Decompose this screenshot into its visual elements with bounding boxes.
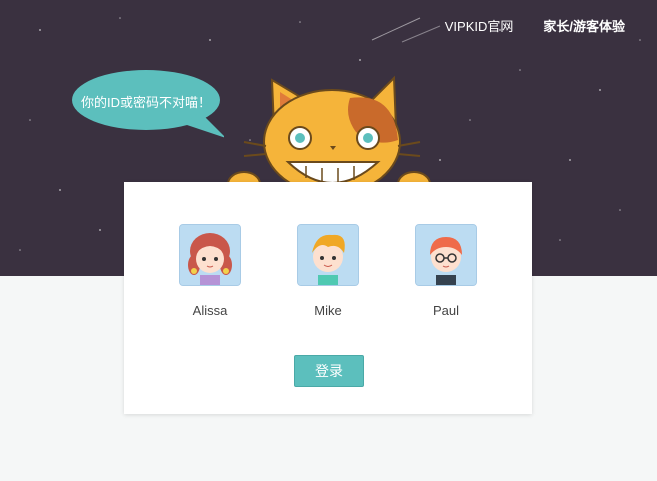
boy-glasses-avatar-icon[interactable] bbox=[415, 224, 477, 286]
login-card: Alissa Mike Paul 登录 bbox=[124, 182, 532, 414]
top-nav: VIPKID官网 家长/游客体验 bbox=[445, 14, 625, 36]
user-option-paul[interactable]: Paul bbox=[401, 224, 491, 318]
girl-avatar-icon[interactable] bbox=[179, 224, 241, 286]
guest-experience-link[interactable]: 家长/游客体验 bbox=[543, 16, 625, 35]
error-message: 你的ID或密码不对喵！ bbox=[80, 95, 211, 110]
user-option-mike[interactable]: Mike bbox=[283, 224, 373, 318]
user-name: Alissa bbox=[192, 303, 228, 318]
official-site-link[interactable]: VIPKID官网 bbox=[445, 16, 514, 35]
cat-mascot bbox=[226, 74, 436, 197]
boy-blond-avatar-icon[interactable] bbox=[297, 224, 359, 286]
error-speech-bubble: 你的ID或密码不对喵！ bbox=[72, 68, 226, 138]
login-button[interactable]: 登录 bbox=[294, 355, 364, 387]
user-name: Paul bbox=[432, 303, 460, 318]
user-option-alissa[interactable]: Alissa bbox=[165, 224, 255, 318]
user-name: Mike bbox=[314, 303, 342, 318]
